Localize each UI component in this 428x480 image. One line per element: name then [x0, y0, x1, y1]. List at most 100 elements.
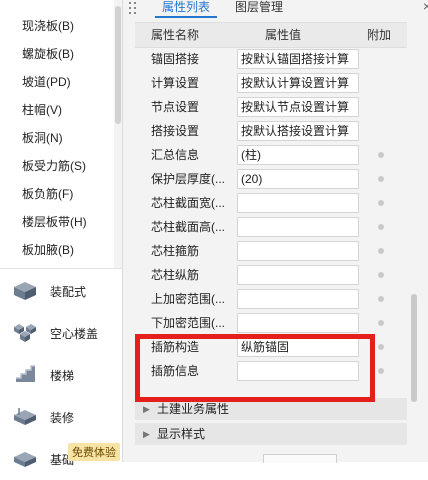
- property-value-field[interactable]: 纵筋锚固: [237, 337, 359, 357]
- list-item-slab-main-rebar[interactable]: 板受力筋(S): [0, 152, 114, 180]
- list-item-spiral-slab[interactable]: 螺旋板(B): [0, 40, 114, 68]
- expand-arrow-icon[interactable]: ▶: [143, 426, 150, 442]
- list-item-slab-negative-rebar[interactable]: 板负筋(F): [0, 180, 114, 208]
- property-value-field[interactable]: 按默认计算设置计算: [237, 73, 359, 93]
- panel-scroll-thumb[interactable]: [411, 294, 417, 402]
- property-value-field[interactable]: [237, 361, 359, 381]
- table-row: 插筋信息: [135, 359, 407, 383]
- property-name: 计算设置: [151, 76, 200, 90]
- column-header-name: 属性名称: [151, 28, 200, 42]
- property-name: 上加密范围(...: [151, 292, 225, 306]
- hollow-floor-icon: [14, 324, 36, 342]
- table-row: 上加密范围(...: [135, 287, 407, 311]
- property-value-field[interactable]: [237, 217, 359, 237]
- table-row: 搭接设置 按默认搭接设置计算: [135, 119, 407, 143]
- property-name: 锚固搭接: [151, 52, 200, 66]
- property-panel: 属性列表 图层管理 × 属性名称 属性值 附加 锚固搭接 按默认锚固搭接计算 计…: [122, 0, 428, 463]
- property-value-field[interactable]: 按默认锚固搭接计算: [237, 49, 359, 69]
- property-value-field[interactable]: (20): [237, 169, 359, 189]
- addon-checkbox[interactable]: [378, 320, 384, 326]
- panel-scrollbar[interactable]: [410, 22, 418, 450]
- table-row: 汇总信息 (柱): [135, 143, 407, 167]
- tab-property-list[interactable]: 属性列表: [155, 0, 217, 18]
- group-display-style[interactable]: ▶ 显示样式: [135, 423, 407, 445]
- list-item-floor-slab-strip[interactable]: 楼层板带(H): [0, 208, 114, 236]
- expand-arrow-icon[interactable]: ▶: [143, 401, 150, 417]
- property-name: 插筋信息: [151, 364, 200, 378]
- category-stairs[interactable]: 楼梯: [0, 354, 122, 396]
- addon-checkbox[interactable]: [378, 296, 384, 302]
- category-label: 装修: [50, 410, 75, 425]
- property-name: 汇总信息: [151, 148, 200, 162]
- free-trial-badge[interactable]: 免费体验: [68, 443, 120, 461]
- table-row: 插筋构造 纵筋锚固: [135, 335, 407, 359]
- property-name: 保护层厚度(...: [151, 172, 225, 186]
- property-value-field[interactable]: [237, 265, 359, 285]
- table-row: 锚固搭接 按默认锚固搭接计算: [135, 47, 407, 71]
- component-sidebar: 现浇板(B) 螺旋板(B) 坡道(PD) 柱帽(V) 板洞(N) 板受力筋(S)…: [0, 0, 122, 467]
- addon-checkbox[interactable]: [378, 368, 384, 374]
- close-icon[interactable]: ×: [421, 0, 428, 14]
- property-value-field[interactable]: [237, 313, 359, 333]
- group-label: 土建业务属性: [157, 402, 230, 416]
- list-item-column-cap[interactable]: 柱帽(V): [0, 96, 114, 124]
- sidebar-scrollbar[interactable]: [114, 0, 122, 268]
- category-label: 楼梯: [50, 368, 75, 383]
- property-name: 芯柱截面宽(...: [151, 196, 225, 210]
- foundation-icon: [14, 452, 36, 467]
- table-row: 芯柱纵筋: [135, 263, 407, 287]
- stairs-icon: [16, 365, 35, 382]
- list-item-slab-opening[interactable]: 板洞(N): [0, 124, 114, 152]
- addon-checkbox[interactable]: [378, 224, 384, 230]
- property-name: 节点设置: [151, 100, 200, 114]
- list-item-slab-haunch[interactable]: 板加腋(B): [0, 236, 114, 264]
- property-name: 搭接设置: [151, 124, 200, 138]
- property-rows: 锚固搭接 按默认锚固搭接计算 计算设置 按默认计算设置计算 节点设置 按默认节点…: [135, 47, 407, 383]
- addon-checkbox[interactable]: [378, 152, 384, 158]
- category-label: 装配式: [50, 284, 87, 299]
- property-value-field[interactable]: (柱): [237, 145, 359, 165]
- property-value-field[interactable]: 按默认搭接设置计算: [237, 121, 359, 141]
- table-row: 芯柱截面高(...: [135, 215, 407, 239]
- group-label: 显示样式: [157, 427, 206, 441]
- table-row: 保护层厚度(... (20): [135, 167, 407, 191]
- table-row: 计算设置 按默认计算设置计算: [135, 71, 407, 95]
- tab-layer-management[interactable]: 图层管理: [235, 0, 283, 16]
- property-value-field[interactable]: [237, 193, 359, 213]
- addon-checkbox[interactable]: [378, 200, 384, 206]
- addon-checkbox[interactable]: [378, 272, 384, 278]
- slab-component-list: 现浇板(B) 螺旋板(B) 坡道(PD) 柱帽(V) 板洞(N) 板受力筋(S)…: [0, 12, 114, 264]
- sidebar-scroll-thumb[interactable]: [115, 6, 121, 124]
- category-decoration[interactable]: 装修: [0, 396, 122, 438]
- property-table-header: 属性名称 属性值 附加: [135, 22, 407, 48]
- property-value-field[interactable]: [237, 289, 359, 309]
- property-value-field[interactable]: [237, 241, 359, 261]
- category-hollow-floor[interactable]: 空心楼盖: [0, 312, 122, 354]
- property-name: 芯柱截面高(...: [151, 220, 225, 234]
- table-row: 节点设置 按默认节点设置计算: [135, 95, 407, 119]
- category-label: 空心楼盖: [50, 326, 99, 341]
- table-row: 下加密范围(...: [135, 311, 407, 335]
- addon-checkbox[interactable]: [378, 248, 384, 254]
- addon-checkbox[interactable]: [378, 176, 384, 182]
- list-item-cast-slab[interactable]: 现浇板(B): [0, 12, 114, 40]
- prefab-icon: [14, 282, 36, 300]
- drag-handle-icon[interactable]: [129, 2, 139, 14]
- column-header-addon: 附加: [367, 28, 392, 42]
- panel-tabbar: 属性列表 图层管理 ×: [149, 0, 428, 18]
- column-header-value: 属性值: [265, 28, 302, 42]
- category-prefab[interactable]: 装配式: [0, 270, 122, 312]
- addon-checkbox[interactable]: [378, 344, 384, 350]
- group-civil-business-properties[interactable]: ▶ 土建业务属性: [135, 398, 407, 420]
- table-row: 芯柱箍筋: [135, 239, 407, 263]
- list-item-ramp[interactable]: 坡道(PD): [0, 68, 114, 96]
- table-row: 芯柱截面宽(...: [135, 191, 407, 215]
- property-name: 芯柱纵筋: [151, 268, 200, 282]
- divider: [0, 268, 122, 269]
- decoration-icon: [14, 408, 36, 425]
- property-name: 芯柱箍筋: [151, 244, 200, 258]
- property-name: 插筋构造: [151, 340, 200, 354]
- property-value-field[interactable]: 按默认节点设置计算: [237, 97, 359, 117]
- property-name: 下加密范围(...: [151, 316, 225, 330]
- bottom-tab-strip: [255, 450, 415, 463]
